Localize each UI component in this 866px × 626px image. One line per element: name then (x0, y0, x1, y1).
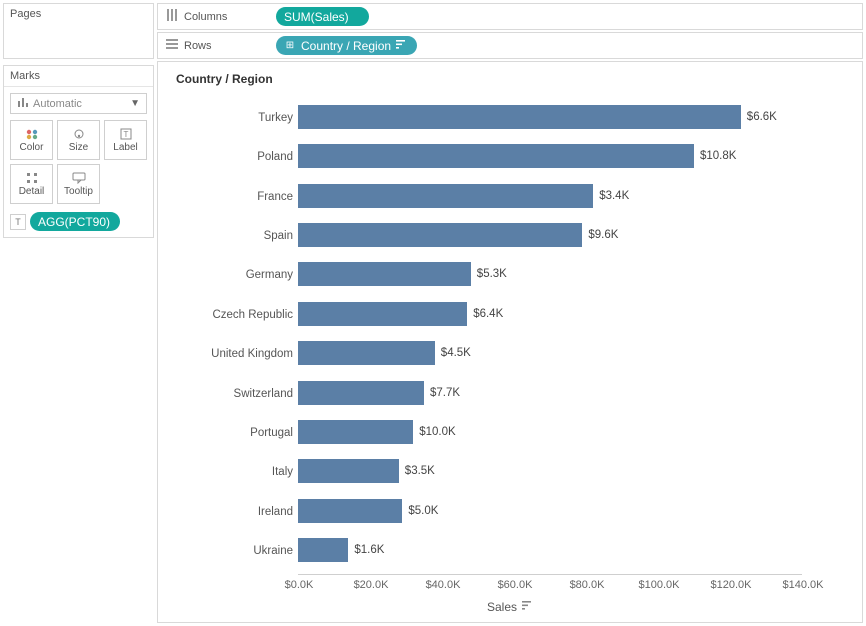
svg-text:T: T (123, 130, 128, 139)
color-icon (25, 128, 39, 140)
caret-down-icon: ▼ (130, 98, 140, 109)
tooltip-icon (72, 172, 86, 184)
bar[interactable] (298, 223, 582, 247)
bar[interactable] (298, 302, 467, 326)
mark-type-dropdown[interactable]: Automatic ▼ (10, 93, 147, 114)
detail-icon (26, 172, 38, 184)
rows-shelf[interactable]: Rows ⊞ Country / Region (157, 32, 863, 59)
marks-label-button[interactable]: T Label (104, 120, 147, 160)
size-icon (71, 128, 87, 140)
bar[interactable] (298, 262, 471, 286)
bar-value-label: $6.4K (473, 308, 503, 320)
y-axis-category: Switzerland (188, 388, 293, 400)
y-axis-category: Ukraine (188, 545, 293, 557)
x-axis-tick: $40.0K (426, 579, 461, 591)
x-axis-tick: $140.0K (783, 579, 824, 591)
bar-value-label: $9.6K (588, 229, 618, 241)
x-axis-tick: $20.0K (354, 579, 389, 591)
rows-icon (166, 38, 178, 53)
marks-tooltip-button[interactable]: Tooltip (57, 164, 100, 204)
bar-value-label: $3.5K (405, 465, 435, 477)
bar-value-label: $3.4K (599, 190, 629, 202)
marks-label-label: Label (113, 142, 137, 153)
bar[interactable] (298, 499, 402, 523)
pages-panel: Pages (3, 3, 154, 59)
bar[interactable] (298, 105, 741, 129)
rows-shelf-label: Rows (184, 40, 212, 52)
x-axis-title: Sales (487, 600, 533, 614)
label-icon: T (120, 128, 132, 140)
pages-title: Pages (4, 4, 153, 24)
x-axis-title-label: Sales (487, 600, 517, 614)
bar-value-label: $5.0K (408, 505, 438, 517)
rows-pill[interactable]: ⊞ Country / Region (276, 36, 417, 55)
y-axis-category: Spain (188, 230, 293, 242)
marks-detail-label: Detail (19, 186, 45, 197)
x-axis-tick: $120.0K (711, 579, 752, 591)
marks-panel: Marks Automatic ▼ (3, 65, 154, 238)
chart-view: Country / Region $6.6K $10.8K $3.4K $9.6K $5… (157, 61, 863, 623)
chart-title: Country / Region (176, 72, 273, 86)
marks-color-button[interactable]: Color (10, 120, 53, 160)
bar-value-label: $10.0K (419, 426, 455, 438)
y-axis-category: United Kingdom (188, 348, 293, 360)
sort-icon (396, 39, 407, 53)
bar[interactable] (298, 341, 435, 365)
marks-size-button[interactable]: Size (57, 120, 100, 160)
bar-value-label: $1.6K (354, 544, 384, 556)
columns-icon (166, 9, 178, 24)
y-axis-category: Ireland (188, 506, 293, 518)
y-axis-category: Germany (188, 269, 293, 281)
bar-value-label: $10.8K (700, 150, 736, 162)
columns-shelf-label: Columns (184, 11, 227, 23)
expand-icon: ⊞ (284, 40, 296, 52)
bar[interactable] (298, 184, 593, 208)
mark-type-label: Automatic (33, 98, 82, 110)
x-axis-tick: $0.0K (285, 579, 314, 591)
automatic-bar-icon (17, 97, 29, 110)
columns-pill-label: SUM(Sales) (284, 10, 349, 24)
sort-icon (522, 600, 533, 614)
y-axis-category: Poland (188, 151, 293, 163)
y-axis-category: Portugal (188, 427, 293, 439)
bar[interactable] (298, 538, 348, 562)
columns-pill[interactable]: SUM(Sales) (276, 7, 369, 26)
rows-pill-label: Country / Region (301, 39, 391, 53)
columns-shelf[interactable]: Columns SUM(Sales) (157, 3, 863, 30)
label-mark-icon: T (10, 214, 26, 230)
marks-title: Marks (4, 66, 153, 87)
chart-plot-area: $6.6K $10.8K $3.4K $9.6K $5.3K $6.4K $4.5K $7.7… (298, 97, 802, 570)
y-axis-category: Czech Republic (188, 309, 293, 321)
x-axis-tick: $100.0K (639, 579, 680, 591)
x-axis-tick: $80.0K (570, 579, 605, 591)
bar[interactable] (298, 144, 694, 168)
bar-value-label: $6.6K (747, 111, 777, 123)
x-axis-line (298, 574, 802, 575)
y-axis-category: France (188, 191, 293, 203)
bar-value-label: $4.5K (441, 347, 471, 359)
agg-pct90-pill[interactable]: AGG(PCT90) (30, 212, 120, 231)
marks-detail-button[interactable]: Detail (10, 164, 53, 204)
marks-size-label: Size (69, 142, 88, 153)
y-axis-category: Italy (188, 466, 293, 478)
bar[interactable] (298, 420, 413, 444)
marks-tooltip-label: Tooltip (64, 186, 93, 197)
x-axis-tick: $60.0K (498, 579, 533, 591)
bar[interactable] (298, 459, 399, 483)
agg-pct90-label: AGG(PCT90) (38, 215, 110, 229)
bar-value-label: $7.7K (430, 387, 460, 399)
marks-color-label: Color (20, 142, 44, 153)
bar[interactable] (298, 381, 424, 405)
y-axis-category: Turkey (188, 112, 293, 124)
bar-value-label: $5.3K (477, 268, 507, 280)
